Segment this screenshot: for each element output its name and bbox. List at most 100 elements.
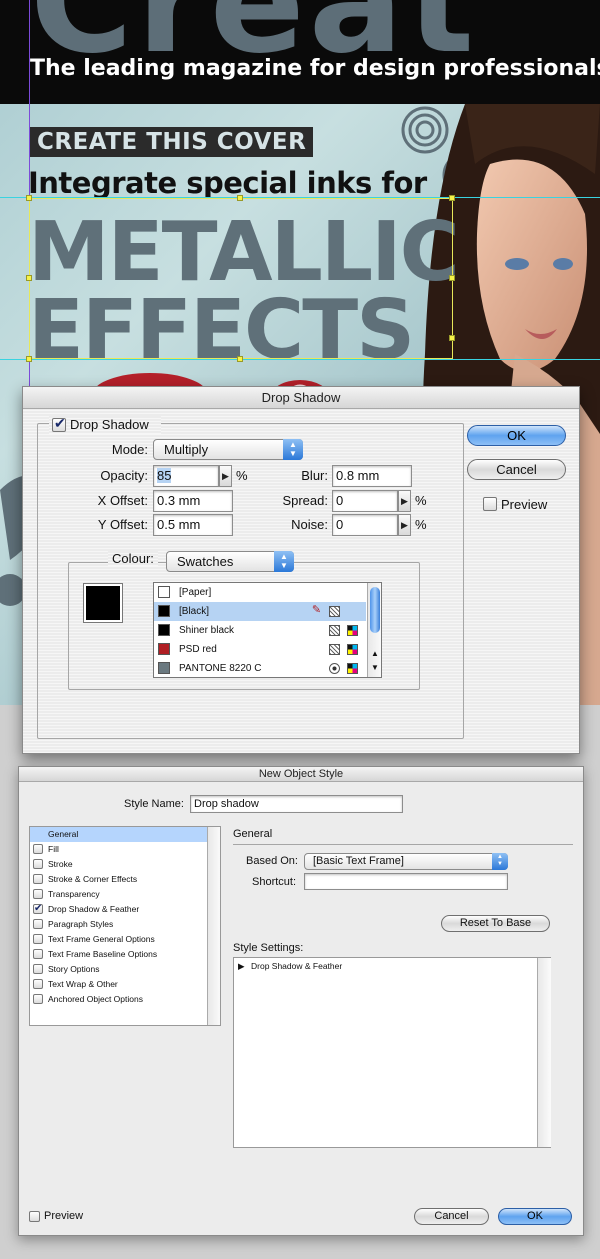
section-divider: [233, 844, 573, 845]
category-checkbox[interactable]: [33, 919, 43, 929]
category-checkbox[interactable]: [33, 979, 43, 989]
opacity-field[interactable]: 85: [153, 465, 219, 487]
scroll-thumb[interactable]: [370, 587, 380, 633]
category-stroke-corner[interactable]: Stroke & Corner Effects: [30, 872, 207, 887]
noise-field[interactable]: 0: [332, 514, 398, 536]
category-story-options[interactable]: Story Options: [30, 962, 207, 977]
selection-handle[interactable]: [26, 275, 32, 281]
selection-handle[interactable]: [449, 335, 455, 341]
selection-handle[interactable]: [237, 195, 243, 201]
category-checkbox[interactable]: [33, 889, 43, 899]
category-checkbox[interactable]: [33, 844, 43, 854]
category-checkbox[interactable]: [33, 934, 43, 944]
text-frame-selection[interactable]: [29, 198, 453, 359]
popup-arrows-icon: ▲ ▼: [274, 551, 294, 572]
x-offset-field[interactable]: 0.3 mm: [153, 490, 233, 512]
ok-button[interactable]: OK: [467, 425, 566, 446]
based-on-popup[interactable]: [Basic Text Frame] ▲ ▼: [304, 853, 508, 870]
preview-label: Preview: [501, 497, 548, 512]
category-text-frame-baseline[interactable]: Text Frame Baseline Options: [30, 947, 207, 962]
mode-popup[interactable]: Multiply ▲ ▼: [153, 439, 303, 460]
category-checkbox[interactable]: [33, 964, 43, 974]
shortcut-field[interactable]: [304, 873, 508, 890]
spread-field[interactable]: 0: [332, 490, 398, 512]
category-label: Transparency: [48, 889, 100, 899]
category-stroke[interactable]: Stroke: [30, 857, 207, 872]
category-paragraph-styles[interactable]: Paragraph Styles: [30, 917, 207, 932]
category-list[interactable]: General Fill Stroke Stroke & Corner Effe…: [29, 826, 221, 1026]
category-transparency[interactable]: Transparency: [30, 887, 207, 902]
category-checkbox[interactable]: [33, 949, 43, 959]
colour-popup[interactable]: Swatches ▲ ▼: [166, 551, 294, 572]
swatch-name: [Black]: [179, 606, 210, 617]
category-general[interactable]: General: [30, 827, 207, 842]
triangle-right-icon: ▶: [401, 520, 408, 530]
drop-shadow-checkbox[interactable]: [52, 415, 66, 432]
spread-stepper[interactable]: ▶: [398, 490, 411, 512]
category-checkbox[interactable]: [33, 901, 43, 916]
settings-scrollbar[interactable]: [537, 958, 551, 1147]
category-drop-shadow[interactable]: Drop Shadow & Feather: [30, 901, 207, 917]
cancel-button[interactable]: Cancel: [467, 459, 566, 480]
y-offset-field[interactable]: 0.5 mm: [153, 514, 233, 536]
swatch-chip: [158, 643, 170, 655]
selection-handle[interactable]: [449, 275, 455, 281]
swatch-scrollbar[interactable]: ▲ ▼: [367, 583, 381, 677]
pencil-cross-icon: ✎: [311, 604, 322, 616]
category-checkbox[interactable]: [33, 874, 43, 884]
swatch-row-psd-red[interactable]: PSD red: [154, 640, 366, 659]
cancel-button[interactable]: Cancel: [414, 1208, 489, 1225]
disclosure-triangle-icon[interactable]: ▶: [238, 961, 245, 972]
opacity-stepper[interactable]: ▶: [219, 465, 232, 487]
scroll-up-icon[interactable]: ▲: [371, 649, 379, 658]
popup-arrows-icon: ▲ ▼: [492, 853, 508, 870]
category-label: Story Options: [48, 964, 100, 974]
selection-handle[interactable]: [26, 195, 32, 201]
x-offset-label: X Offset:: [97, 493, 148, 508]
preview-checkbox[interactable]: [29, 1211, 40, 1222]
swatch-row-black[interactable]: [Black] ✎: [154, 602, 366, 621]
noise-unit: %: [415, 517, 427, 532]
category-checkbox[interactable]: [33, 859, 43, 869]
style-name-field[interactable]: Drop shadow: [190, 795, 403, 813]
category-scrollbar[interactable]: [207, 827, 220, 1025]
colour-value: Swatches: [177, 554, 234, 569]
cover-tagline: The leading magazine for design professi…: [30, 56, 600, 81]
category-label: Drop Shadow & Feather: [48, 904, 140, 914]
drop-shadow-dialog: Drop Shadow Mode: Multiply ▲ ▼ Opacity: 8…: [22, 386, 580, 754]
process-color-icon: [329, 625, 340, 636]
category-text-frame-general[interactable]: Text Frame General Options: [30, 932, 207, 947]
noise-stepper[interactable]: ▶: [398, 514, 411, 536]
swatch-list[interactable]: [Paper] [Black] ✎ Shiner black PSD red P…: [153, 582, 382, 678]
new-object-style-dialog: New Object Style Style Name: Drop shadow…: [18, 766, 584, 1236]
selection-handle[interactable]: [449, 195, 455, 201]
based-on-value: [Basic Text Frame]: [313, 855, 404, 867]
swatch-name: Shiner black: [179, 625, 235, 636]
category-fill[interactable]: Fill: [30, 842, 207, 857]
preview-checkbox[interactable]: [483, 497, 497, 511]
scroll-down-icon[interactable]: ▼: [371, 663, 379, 672]
blur-field[interactable]: 0.8 mm: [332, 465, 412, 487]
process-color-icon: [329, 606, 340, 617]
preview-label: Preview: [44, 1210, 84, 1222]
spot-color-icon: [329, 663, 340, 674]
ok-button[interactable]: OK: [498, 1208, 572, 1225]
category-checkbox[interactable]: [33, 994, 43, 1004]
noise-label: Noise:: [291, 517, 328, 532]
selection-handle[interactable]: [26, 356, 32, 362]
popup-arrows-icon: ▲ ▼: [283, 439, 303, 460]
swatch-row-shiner-black[interactable]: Shiner black: [154, 621, 366, 640]
mode-value: Multiply: [164, 442, 209, 457]
colour-preview-swatch: [83, 583, 123, 623]
style-settings-box[interactable]: ▶ Drop Shadow & Feather: [233, 957, 551, 1148]
selection-handle[interactable]: [237, 356, 243, 362]
swatch-row-pantone[interactable]: PANTONE 8220 C: [154, 659, 366, 677]
reset-to-base-button[interactable]: Reset To Base: [441, 915, 550, 932]
dialog-title: Drop Shadow: [23, 387, 579, 409]
swatch-chip: [158, 624, 170, 636]
swatch-chip: [158, 662, 170, 674]
category-anchored-object[interactable]: Anchored Object Options: [30, 992, 207, 1007]
swatch-row-paper[interactable]: [Paper]: [154, 583, 366, 602]
category-text-wrap[interactable]: Text Wrap & Other: [30, 977, 207, 992]
cover-subhead: Integrate special inks for: [28, 166, 427, 200]
